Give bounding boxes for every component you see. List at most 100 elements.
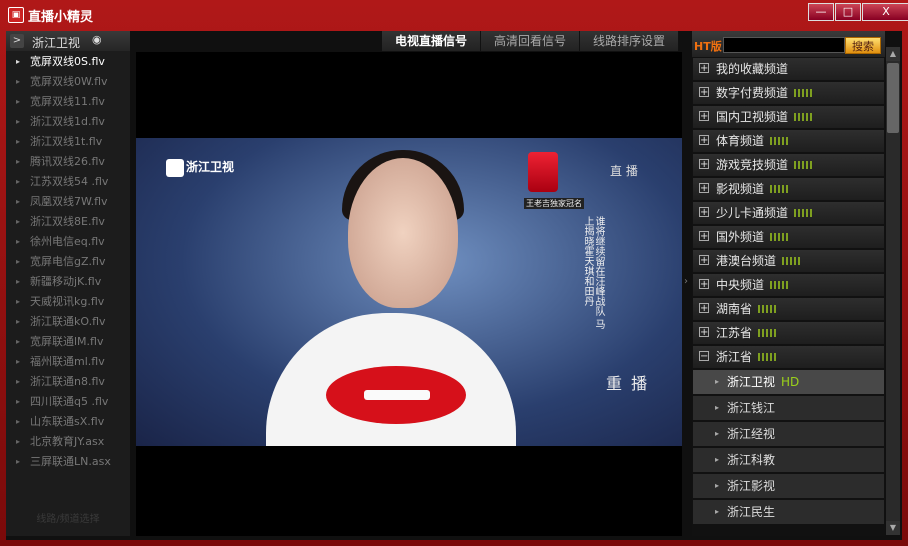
source-list-item[interactable]: ▸ 江苏双线54 .flv [6, 172, 130, 192]
expand-icon[interactable]: + [699, 327, 709, 338]
tab-live-signal[interactable]: 电视直播信号 [382, 31, 482, 51]
category-item[interactable]: + 国外频道 [693, 226, 884, 248]
video-player[interactable]: 浙江卫视 王老吉独家冠名 直 播 谁将继续留在汪峰战队 马上揭晓霍天琪和田丹 重… [136, 52, 682, 536]
video-frame[interactable]: 浙江卫视 王老吉独家冠名 直 播 谁将继续留在汪峰战队 马上揭晓霍天琪和田丹 重… [136, 138, 682, 446]
source-list-item[interactable]: ▸ 浙江联通n8.flv [6, 372, 130, 392]
category-item[interactable]: + 影视频道 [693, 178, 884, 200]
category-item[interactable]: + 湖南省 [693, 298, 884, 320]
bullet-icon: ▸ [715, 481, 720, 490]
collapse-icon[interactable]: − [699, 351, 709, 362]
category-item[interactable]: + 国内卫视频道 [693, 106, 884, 128]
scroll-down-icon[interactable]: ▼ [886, 521, 900, 535]
category-label: 我的收藏频道 [716, 62, 789, 76]
tab-route-settings[interactable]: 线路排序设置 [580, 31, 680, 51]
expand-icon[interactable]: + [699, 231, 709, 242]
ht-version-label: HT版 [694, 40, 722, 53]
channel-logo-text: 浙江卫视 [186, 160, 235, 174]
expand-icon[interactable]: + [699, 87, 709, 98]
subchannel-item[interactable]: ▸ 浙江民生 [693, 500, 884, 524]
source-list-item[interactable]: ▸ 宽屏联通lM.flv [6, 332, 130, 352]
bullet-icon: ▸ [715, 507, 720, 516]
subchannel-item[interactable]: ▸ 浙江经视 [693, 422, 884, 446]
source-list-item[interactable]: ▸ 浙江联通kO.flv [6, 312, 130, 332]
source-list-item[interactable]: ▸ 宽屏电信gZ.flv [6, 252, 130, 272]
shirt-lips-teeth [364, 390, 430, 400]
subchannel-label: 浙江科教 [727, 453, 776, 467]
close-button[interactable]: X [862, 3, 908, 21]
category-item[interactable]: + 数字付费频道 [693, 82, 884, 104]
bullet-icon: ▸ [16, 57, 21, 66]
live-corner-label: 直 播 [610, 164, 638, 178]
category-item[interactable]: + 游戏竞技频道 [693, 154, 884, 176]
expand-icon[interactable]: + [699, 135, 709, 146]
channel-scrollbar[interactable]: ▲ ▼ [886, 47, 900, 535]
signal-tabs: 电视直播信号 高清回看信号 线路排序设置 [382, 31, 680, 51]
subchannel-item[interactable]: ▸ 浙江卫视 HD [693, 370, 884, 394]
category-item[interactable]: − 浙江省 [693, 346, 884, 368]
source-list-item[interactable]: ▸ 浙江双线1t.flv [6, 132, 130, 152]
category-item[interactable]: + 体育频道 [693, 130, 884, 152]
source-list-item[interactable]: ▸ 天威视讯kg.flv [6, 292, 130, 312]
category-item[interactable]: + 港澳台频道 [693, 250, 884, 272]
category-label: 少儿卡通频道 [716, 206, 789, 220]
source-list-item[interactable]: ▸ 宽屏双线0S.flv [6, 52, 130, 72]
source-list-item[interactable]: ▸ 凤凰双线7W.flv [6, 192, 130, 212]
subchannel-item[interactable]: ▸ 浙江钱江 [693, 396, 884, 420]
source-list-label: 天威视讯kg.flv [30, 295, 105, 308]
minimize-button[interactable]: — [808, 3, 834, 21]
subchannel-label: 浙江卫视 [727, 375, 776, 389]
expand-icon[interactable]: + [699, 159, 709, 170]
source-list-item[interactable]: ▸ 三屏联通LN.asx [6, 452, 130, 472]
source-list-item[interactable]: ▸ 宽屏双线11.flv [6, 92, 130, 112]
source-list-label: 新疆移动jK.flv [30, 275, 102, 288]
eye-icon[interactable]: ◉ [92, 34, 106, 45]
expand-icon[interactable]: + [699, 183, 709, 194]
client-area: > 浙江卫视 ◉ ▸ 宽屏双线0S.flv ▸ 宽屏双线0W.flv ▸ 宽屏双线11.f… [6, 31, 902, 540]
bullet-icon: ▸ [16, 377, 21, 386]
chevron-right-icon[interactable]: > [10, 34, 24, 48]
scroll-thumb[interactable] [887, 63, 899, 133]
expand-icon[interactable]: + [699, 63, 709, 74]
expand-icon[interactable]: + [699, 207, 709, 218]
video-person-face [348, 158, 458, 308]
bullet-icon: ▸ [16, 237, 21, 246]
expand-icon[interactable]: + [699, 303, 709, 314]
zhejiang-logo-icon [166, 158, 184, 177]
subchannel-label: 浙江钱江 [727, 401, 776, 415]
search-button[interactable]: 搜索 [845, 37, 881, 54]
source-list-item[interactable]: ▸ 浙江双线8E.flv [6, 212, 130, 232]
bullet-icon: ▸ [16, 177, 21, 186]
expand-icon[interactable]: + [699, 279, 709, 290]
category-label: 国内卫视频道 [716, 110, 789, 124]
subchannel-label: 浙江经视 [727, 427, 776, 441]
source-list-item[interactable]: ▸ 北京教育JY.asx [6, 432, 130, 452]
source-list-item[interactable]: ▸ 山东联通sX.flv [6, 412, 130, 432]
source-list-item[interactable]: ▸ 浙江双线1d.flv [6, 112, 130, 132]
expand-icon[interactable]: + [699, 111, 709, 122]
source-list-item[interactable]: ▸ 宽屏双线0W.flv [6, 72, 130, 92]
bullet-icon: ▸ [16, 97, 21, 106]
category-item[interactable]: + 中央频道 [693, 274, 884, 296]
subchannel-item[interactable]: ▸ 浙江科教 [693, 448, 884, 472]
panel-toggle-icon[interactable]: › [684, 276, 688, 287]
subchannel-item[interactable]: ▸ 浙江影视 [693, 474, 884, 498]
source-list-item[interactable]: ▸ 新疆移动jK.flv [6, 272, 130, 292]
title-bar[interactable]: ▣ 直播小精灵 — □ X [0, 0, 908, 30]
source-list-item[interactable]: ▸ 腾讯双线26.flv [6, 152, 130, 172]
source-list-item[interactable]: ▸ 福州联通ml.flv [6, 352, 130, 372]
signal-strength-icon [758, 322, 778, 344]
category-item[interactable]: + 我的收藏频道 [693, 58, 884, 80]
signal-strength-icon [794, 106, 814, 128]
category-item[interactable]: + 江苏省 [693, 322, 884, 344]
scroll-up-icon[interactable]: ▲ [886, 47, 900, 61]
tab-hd-replay[interactable]: 高清回看信号 [481, 31, 581, 51]
category-item[interactable]: + 少儿卡通频道 [693, 202, 884, 224]
source-list-label: 四川联通q5 .flv [30, 395, 109, 408]
source-list-item[interactable]: ▸ 徐州电信eq.flv [6, 232, 130, 252]
expand-icon[interactable]: + [699, 255, 709, 266]
window-controls: — □ X [808, 3, 908, 21]
channel-search-input[interactable] [723, 37, 845, 53]
maximize-button[interactable]: □ [835, 3, 861, 21]
source-list-item[interactable]: ▸ 四川联通q5 .flv [6, 392, 130, 412]
signal-strength-icon [794, 82, 814, 104]
